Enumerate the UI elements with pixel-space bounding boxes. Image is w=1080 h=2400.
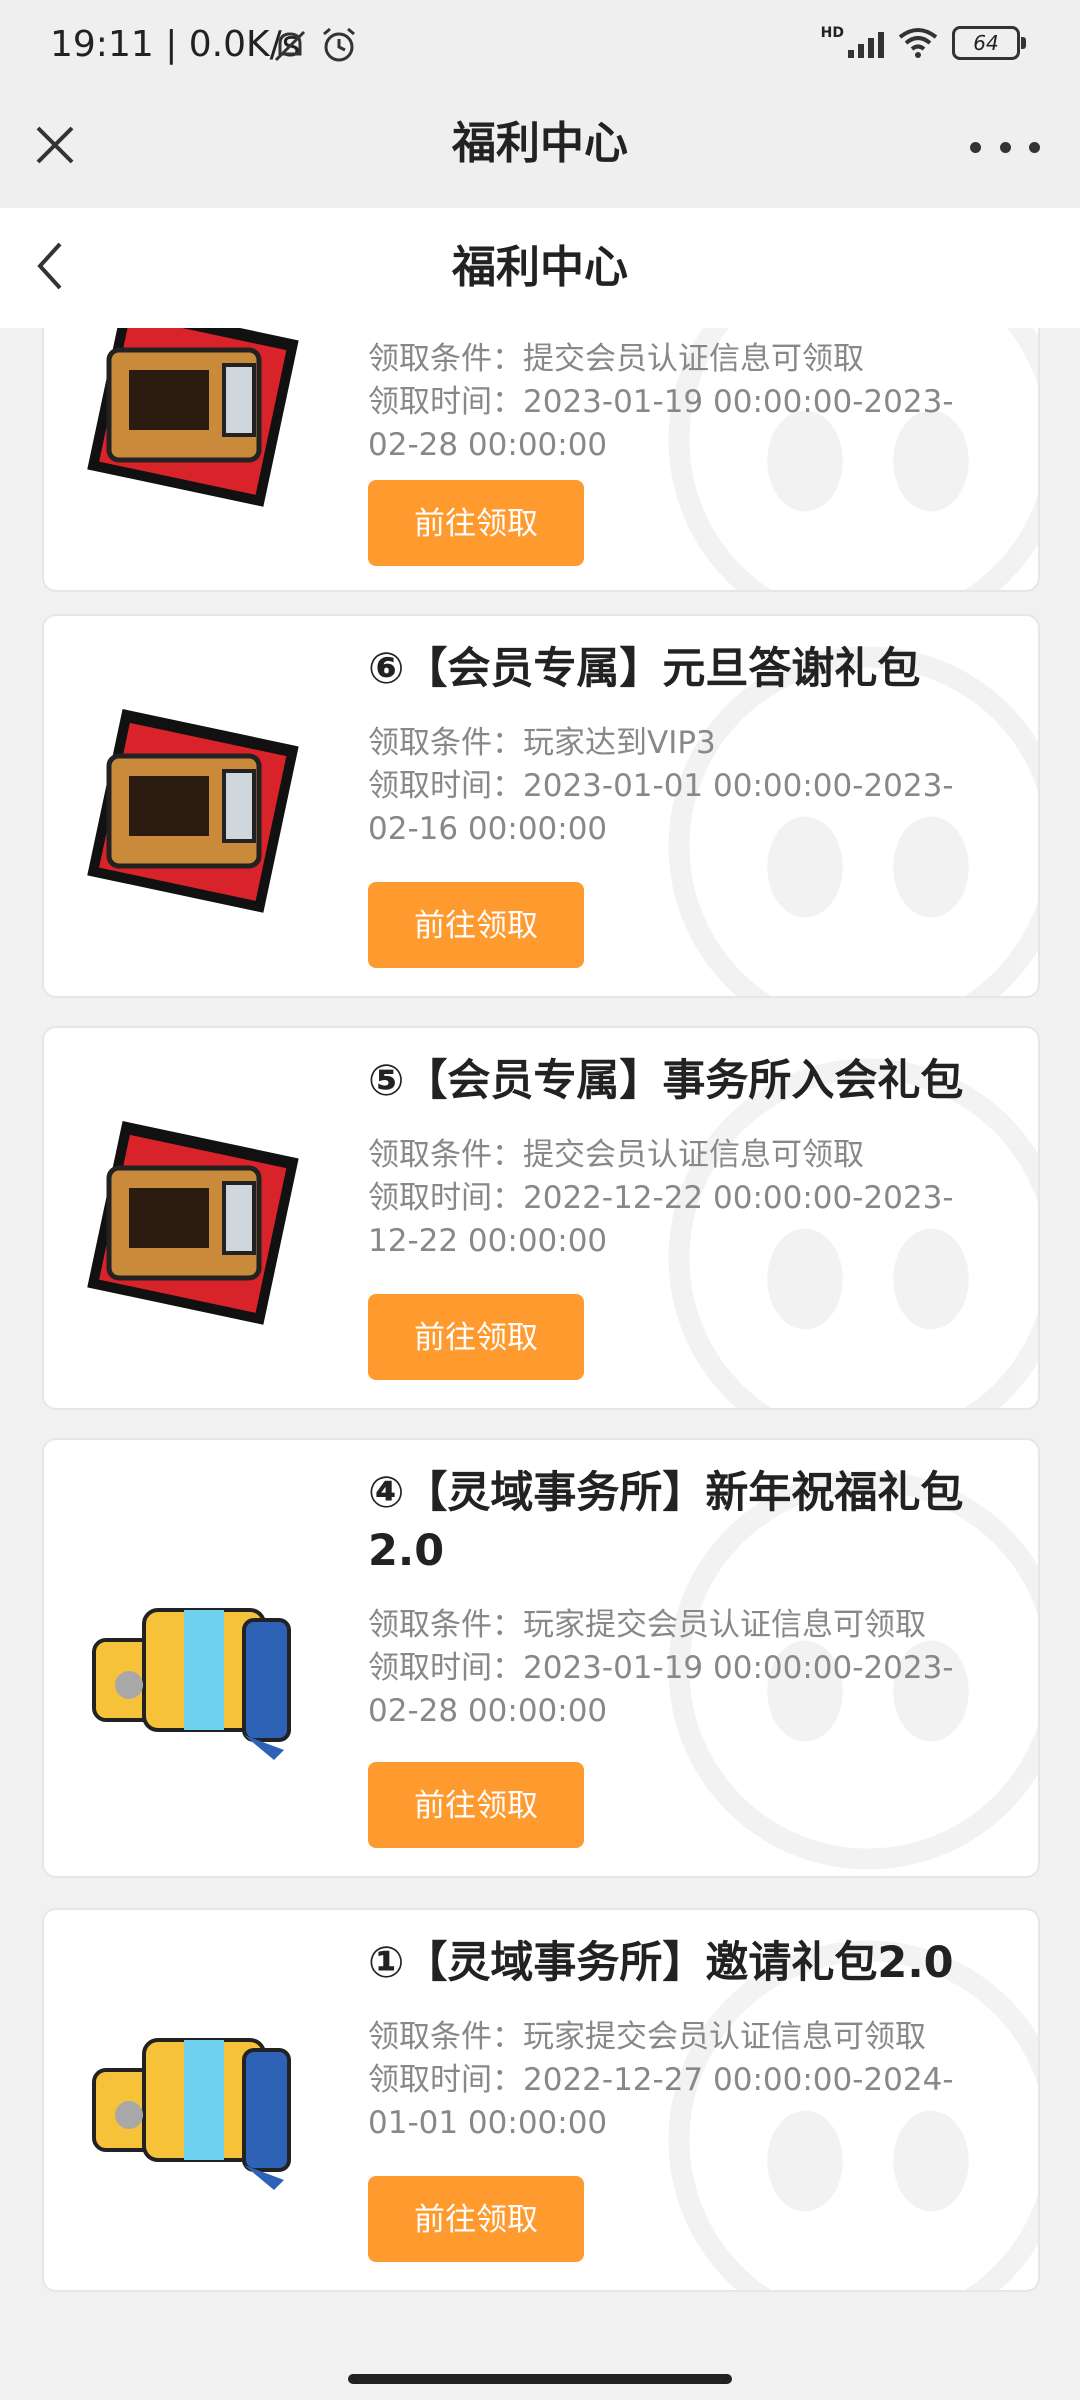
page-title: 福利中心 [452, 242, 628, 293]
mp-header: 福利中心 [0, 92, 1080, 208]
signal-icon [848, 28, 884, 58]
status-icons: HD 64 [820, 25, 1026, 60]
page-header: 福利中心 [0, 208, 1080, 328]
gift-card: ⑤【会员专属】事务所入会礼包 领取条件：提交会员认证信息可领取 领取时间：202… [42, 1026, 1040, 1410]
gift-box-icon [87, 1121, 299, 1325]
claim-time: 领取时间：2022-12-27 00:00:00-2024-01-01 00:0… [368, 2062, 954, 2141]
gift-box-icon [87, 328, 299, 507]
gift-title: ⑥【会员专属】元旦答谢礼包 [368, 644, 921, 694]
home-indicator[interactable] [348, 2374, 732, 2384]
claim-condition: 领取条件：提交会员认证信息可领取 [368, 1137, 864, 1173]
gift-title: ④【灵域事务所】新年祝福礼包2.0 [368, 1468, 964, 1576]
gift-card: ①【灵域事务所】邀请礼包2.0 领取条件：玩家提交会员认证信息可领取 领取时间：… [42, 1908, 1040, 2292]
claim-condition: 领取条件：玩家提交会员认证信息可领取 [368, 1607, 926, 1643]
alarm-icon [323, 27, 355, 62]
battery-icon: 64 [952, 26, 1026, 60]
claim-time: 领取时间：2023-01-01 00:00:00-2023-02-16 00:0… [368, 768, 954, 847]
claim-condition: 领取条件：提交会员认证信息可领取 [368, 341, 864, 377]
claim-time: 领取时间：2023-01-19 00:00:00-2023-02-28 00:0… [368, 384, 954, 463]
mp-title: 福利中心 [452, 118, 628, 169]
claim-time: 领取时间：2022-12-22 00:00:00-2023-12-22 00:0… [368, 1180, 954, 1259]
more-options-icon[interactable] [970, 122, 1040, 172]
gift-card: ⑥【会员专属】元旦答谢礼包 领取条件：玩家达到VIP3 领取时间：2023-01… [42, 614, 1040, 998]
claim-button[interactable]: 前往领取 [368, 2176, 584, 2262]
claim-condition: 领取条件：玩家提交会员认证信息可领取 [368, 2019, 926, 2055]
status-bar: 19:11 | 0.0K/s HD 64 [0, 0, 1080, 92]
mute-bell-icon [274, 30, 306, 62]
gift-title: ⑤【会员专属】事务所入会礼包 [368, 1056, 964, 1106]
gift-card: 领取条件：提交会员认证信息可领取 领取时间：2023-01-19 00:00:0… [42, 328, 1040, 592]
claim-button[interactable]: 前往领取 [368, 480, 584, 566]
gift-card: ④【灵域事务所】新年祝福礼包2.0 领取条件：玩家提交会员认证信息可领取 领取时… [42, 1438, 1040, 1878]
claim-button[interactable]: 前往领取 [368, 882, 584, 968]
gift-bags-icon [92, 2038, 291, 2190]
status-time: 19:11 | 0.0K/s [50, 24, 301, 65]
welfare-list[interactable]: 领取条件：提交会员认证信息可领取 领取时间：2023-01-19 00:00:0… [0, 328, 1080, 2400]
claim-time: 领取时间：2023-01-19 00:00:00-2023-02-28 00:0… [368, 1650, 954, 1729]
gift-title: ①【灵域事务所】邀请礼包2.0 [368, 1938, 954, 1988]
claim-button[interactable]: 前往领取 [368, 1762, 584, 1848]
claim-condition: 领取条件：玩家达到VIP3 [368, 725, 716, 761]
claim-button[interactable]: 前往领取 [368, 1294, 584, 1380]
hd-icon: HD [820, 25, 844, 41]
gift-box-icon [87, 709, 299, 913]
gift-bags-icon [92, 1608, 291, 1760]
wifi-icon [898, 28, 938, 58]
